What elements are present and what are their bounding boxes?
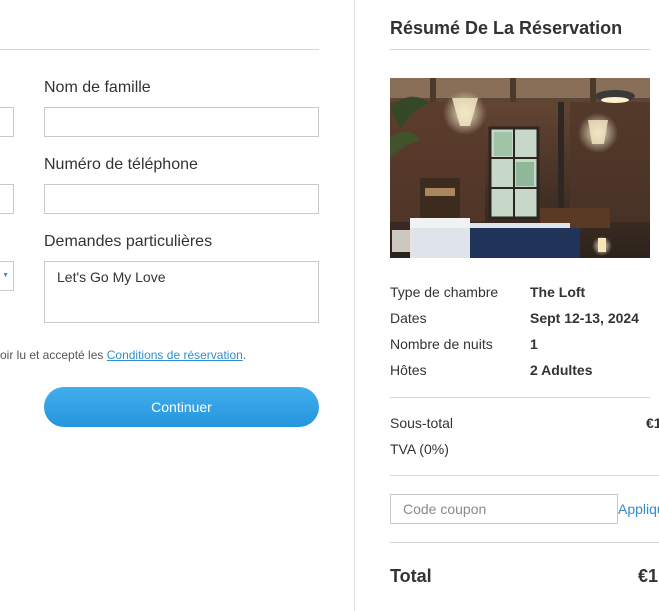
special-requests-text: Let's Go My Love bbox=[57, 269, 166, 285]
last-name-input[interactable] bbox=[44, 107, 319, 137]
special-requests-label: Demandes particulières bbox=[44, 233, 213, 250]
email-input-partial[interactable] bbox=[0, 184, 14, 214]
dates-value: Sept 12-13, 2024 bbox=[530, 310, 639, 326]
dates-label: Dates bbox=[390, 310, 427, 326]
nights-label: Nombre de nuits bbox=[390, 336, 493, 352]
tax-divider bbox=[390, 475, 659, 476]
first-name-input-partial[interactable] bbox=[0, 107, 14, 137]
summary-title-divider bbox=[390, 49, 650, 50]
continue-button[interactable]: Continuer bbox=[44, 387, 319, 427]
coupon-placeholder: Code coupon bbox=[403, 501, 487, 517]
coupon-divider bbox=[390, 542, 659, 543]
subtotal-label: Sous-total bbox=[390, 415, 454, 431]
phone-label: Numéro de téléphone bbox=[44, 156, 198, 173]
tax-label: TVA (0%) bbox=[390, 441, 449, 457]
room-type-value: The Loft bbox=[530, 284, 586, 300]
room-photo-illustration bbox=[390, 78, 650, 258]
chevron-down-icon: ▼ bbox=[2, 272, 9, 279]
summary-title: Résumé De La Réservation bbox=[390, 18, 623, 38]
column-divider bbox=[354, 0, 355, 611]
subtotal-value: €1 bbox=[646, 415, 659, 431]
terms-text: oir lu et accepté les bbox=[0, 348, 107, 362]
room-type-label: Type de chambre bbox=[390, 284, 499, 300]
last-name-label: Nom de famille bbox=[44, 79, 151, 96]
booking-conditions-link[interactable]: Conditions de réservation bbox=[107, 348, 243, 362]
country-select-partial[interactable]: ▼ bbox=[0, 261, 14, 291]
form-header-divider bbox=[0, 49, 319, 50]
special-requests-textarea[interactable]: Let's Go My Love bbox=[44, 261, 319, 323]
nights-value: 1 bbox=[530, 336, 538, 352]
details-divider bbox=[390, 397, 650, 398]
room-photo bbox=[390, 78, 650, 258]
total-label: Total bbox=[390, 566, 432, 586]
terms-period: . bbox=[242, 348, 247, 362]
guests-label: Hôtes bbox=[390, 362, 427, 378]
total-value: €1 bbox=[638, 566, 659, 586]
coupon-input[interactable]: Code coupon bbox=[390, 494, 618, 524]
phone-input[interactable] bbox=[44, 184, 319, 214]
guests-value: 2 Adultes bbox=[530, 362, 593, 378]
apply-coupon-button[interactable]: Appliqu bbox=[618, 501, 659, 517]
terms-agreement: oir lu et accepté les Conditions de rése… bbox=[0, 348, 246, 362]
